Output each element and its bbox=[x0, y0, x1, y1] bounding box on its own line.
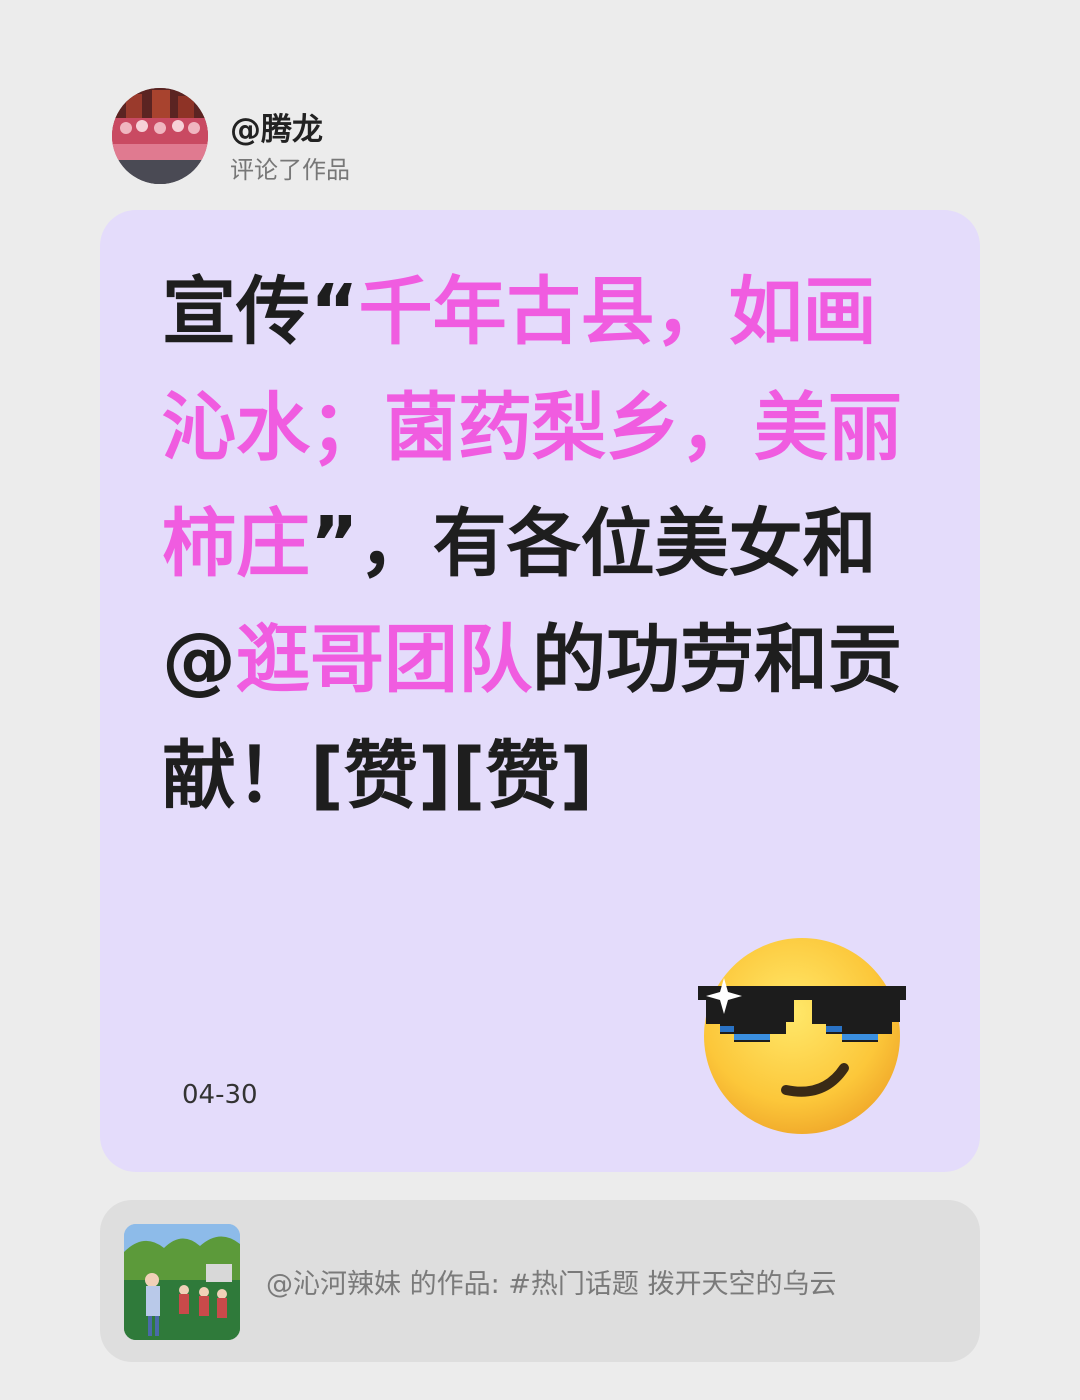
post-thumbnail[interactable] bbox=[124, 1224, 240, 1340]
comment-card: 宣传“千年古县，如画沁水；菌药梨乡，美丽柿庄”，有各位美女和@逛哥团队的功劳和贡… bbox=[100, 210, 980, 1172]
comment-action-label: 评论了作品 bbox=[230, 156, 350, 184]
comment-date: 04-30 bbox=[182, 1080, 258, 1110]
comment-text: 宣传“千年古县，如画沁水；菌药梨乡，美丽柿庄”，有各位美女和@逛哥团队的功劳和贡… bbox=[162, 254, 902, 834]
avatar-image-icon bbox=[112, 88, 208, 184]
thumbnail-image-icon bbox=[124, 1224, 240, 1340]
user-avatar[interactable] bbox=[112, 88, 208, 184]
username[interactable]: @腾龙 bbox=[230, 104, 323, 149]
referenced-post-card[interactable]: @沁河辣妹 的作品: #热门话题 拨开天空的乌云 bbox=[100, 1200, 980, 1362]
comment-header: @腾龙 评论了作品 bbox=[112, 88, 712, 184]
comment-segment-plain: 宣传“ bbox=[162, 269, 359, 355]
mention-link[interactable]: 逛哥团队 bbox=[236, 617, 532, 703]
referenced-post-title[interactable]: @沁河辣妹 的作品: #热门话题 拨开天空的乌云 bbox=[266, 1262, 836, 1301]
cool-sunglasses-emoji-icon bbox=[694, 934, 910, 1136]
